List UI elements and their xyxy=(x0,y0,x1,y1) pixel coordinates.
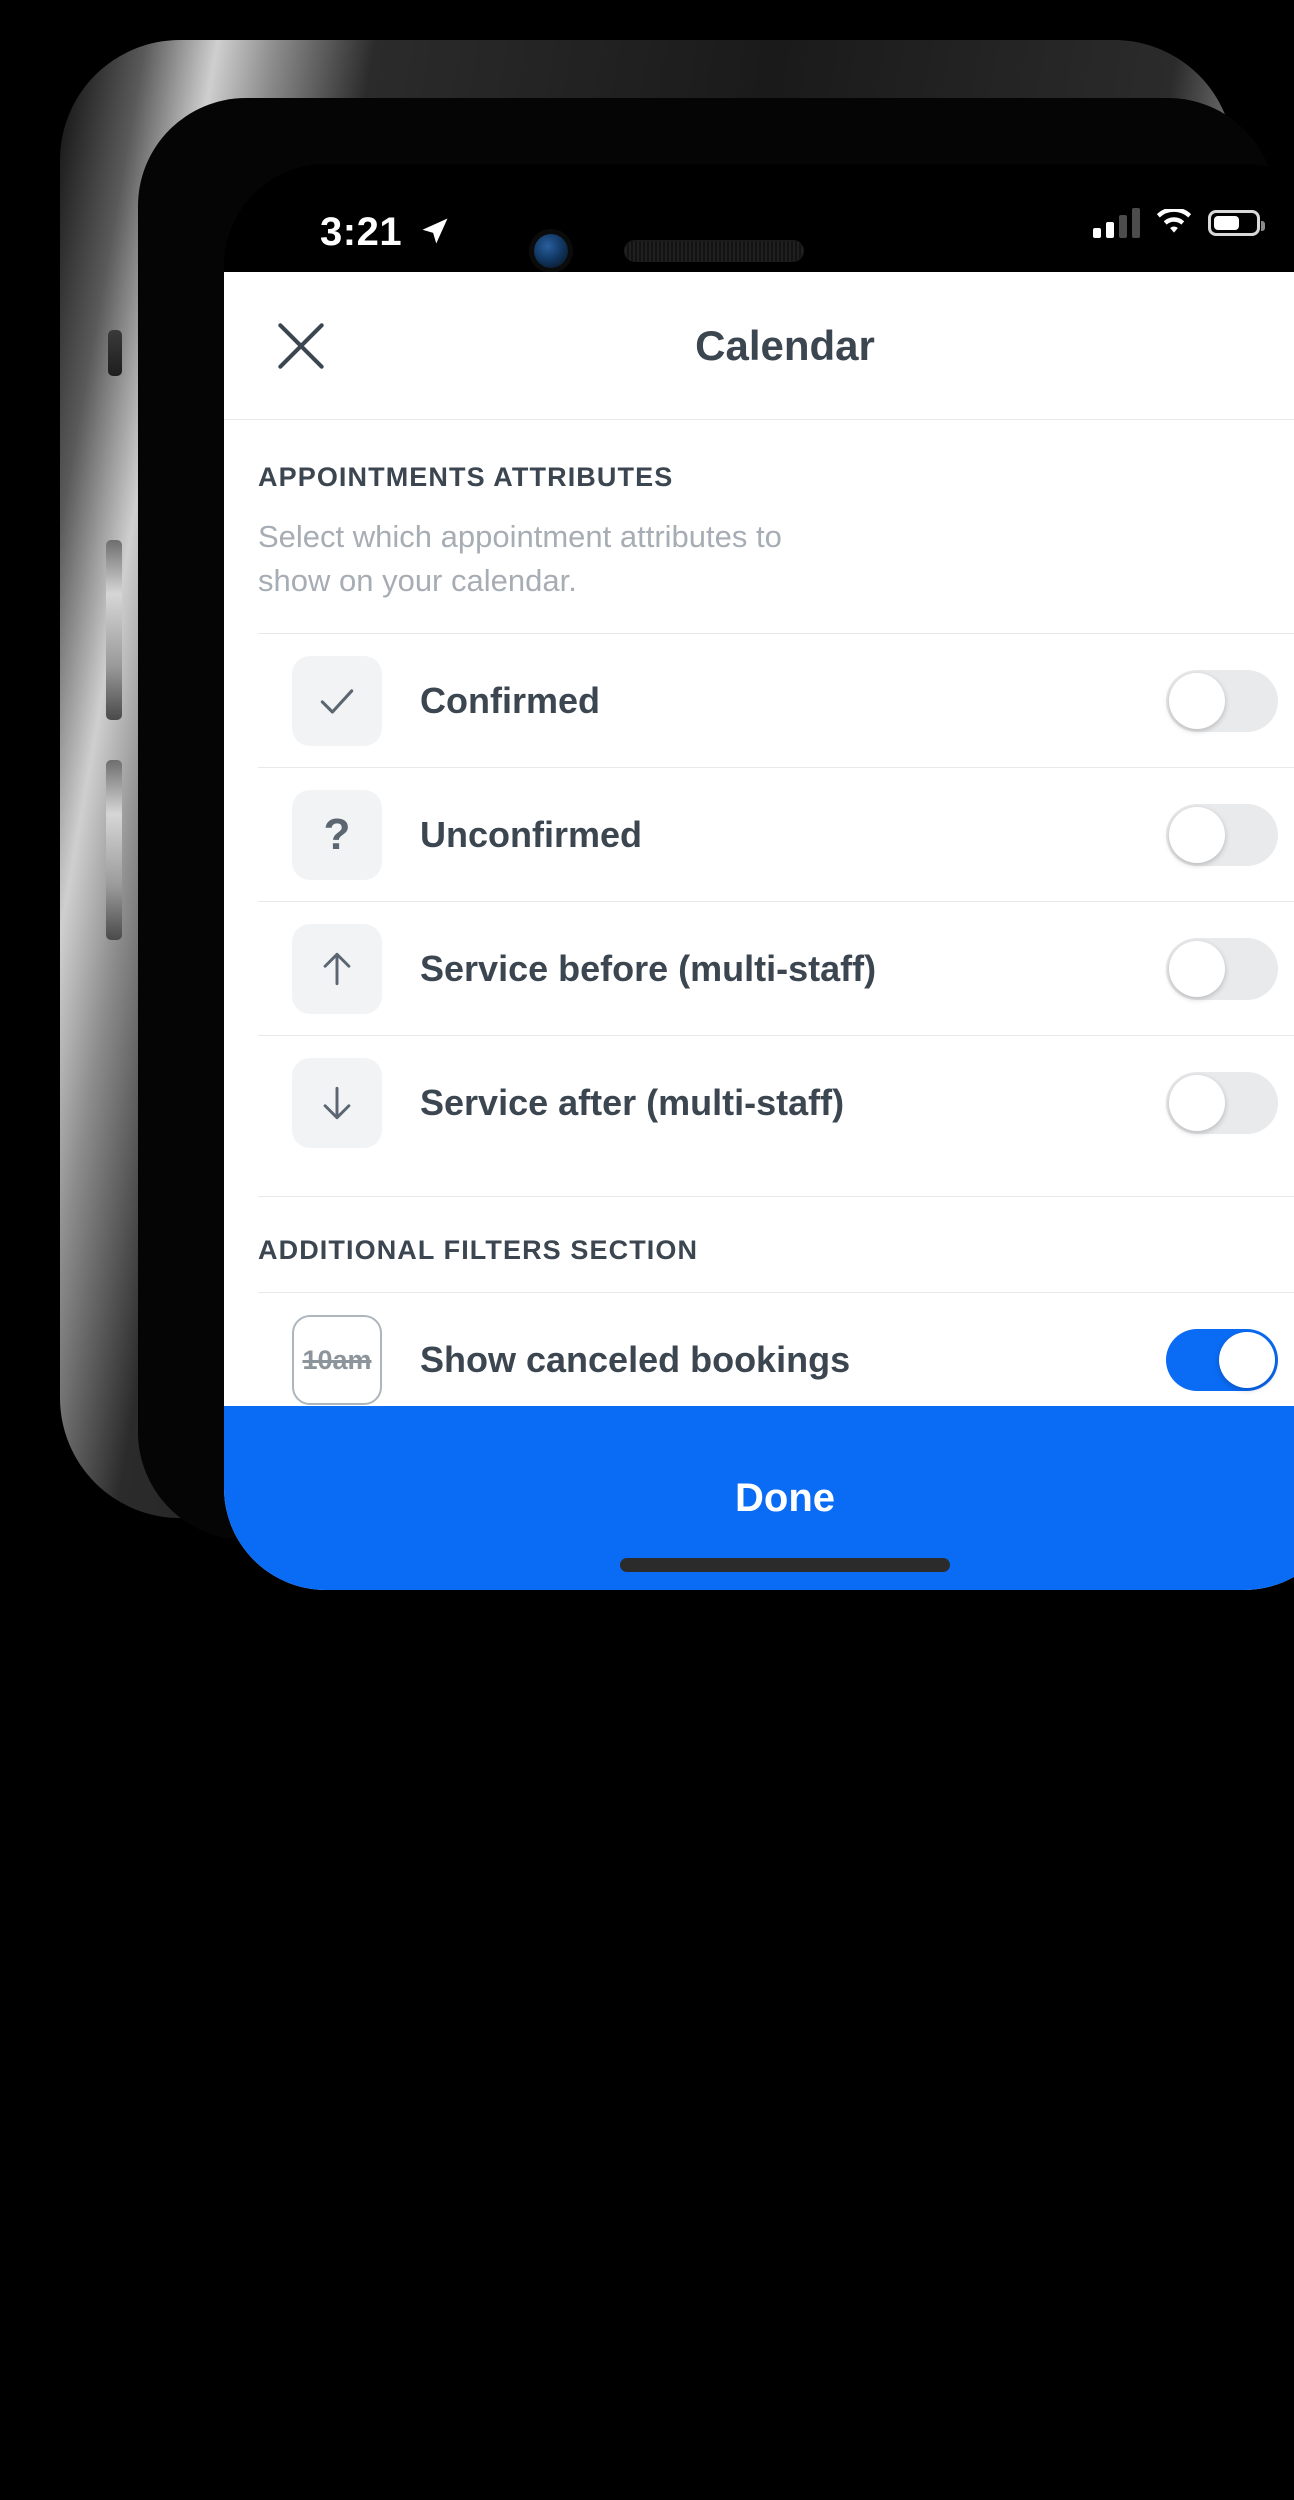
row-label: Unconfirmed xyxy=(420,813,643,855)
status-bar-indicators xyxy=(1093,208,1265,238)
section-header-additional-filters: ADDITIONAL FILTERS SECTION xyxy=(258,1235,699,1266)
arrow-up-icon xyxy=(292,923,382,1014)
toggle-confirmed[interactable] xyxy=(1166,669,1278,732)
phone-screen: 3:21 Calendar APPOINTMENTS ATTRIBUTES Se… xyxy=(224,164,1294,1590)
battery-icon xyxy=(1208,210,1265,236)
toggle-show-canceled-bookings[interactable] xyxy=(1166,1329,1278,1392)
location-arrow-icon xyxy=(422,218,448,244)
calendar-settings-modal: Calendar APPOINTMENTS ATTRIBUTES Select … xyxy=(224,272,1294,1590)
row-confirmed[interactable]: Confirmed xyxy=(258,634,1294,769)
wifi-icon xyxy=(1156,209,1192,233)
volume-up-button[interactable] xyxy=(106,540,122,720)
row-show-canceled-bookings[interactable]: 10am Show canceled bookings xyxy=(258,1293,1294,1406)
page-title: Calendar xyxy=(695,321,875,369)
arrow-down-icon xyxy=(292,1058,382,1149)
done-button[interactable]: Done xyxy=(224,1406,1294,1590)
row-label: Confirmed xyxy=(420,679,600,721)
phone-inner-frame: 3:21 Calendar APPOINTMENTS ATTRIBUTES Se… xyxy=(138,98,1294,1590)
row-label: Service before (multi-staff) xyxy=(420,947,877,989)
phone-bezel: 3:21 Calendar APPOINTMENTS ATTRIBUTES Se… xyxy=(224,164,1294,1590)
toggle-service-after[interactable] xyxy=(1166,1072,1278,1135)
row-unconfirmed[interactable]: ? Unconfirmed xyxy=(258,768,1294,903)
canceled-time-text: 10am xyxy=(302,1344,372,1375)
canceled-time-icon: 10am xyxy=(292,1315,382,1406)
notch xyxy=(570,164,1000,236)
section-description-appointments: Select which appointment attributes to s… xyxy=(258,519,782,599)
close-x-icon[interactable] xyxy=(270,315,332,377)
silent-switch[interactable] xyxy=(108,330,122,376)
question-mark-glyph: ? xyxy=(323,809,351,859)
modal-header: Calendar xyxy=(224,272,1294,420)
row-label: Show canceled bookings xyxy=(420,1339,851,1381)
question-mark-icon: ? xyxy=(292,789,382,880)
section-header-appointments: APPOINTMENTS ATTRIBUTES xyxy=(258,462,674,492)
screenshot-stage: 3:21 Calendar APPOINTMENTS ATTRIBUTES Se… xyxy=(0,0,1294,2500)
earpiece-speaker xyxy=(624,240,804,262)
home-indicator[interactable] xyxy=(620,1558,950,1572)
row-service-before[interactable]: Service before (multi-staff) xyxy=(258,902,1294,1037)
row-label: Service after (multi-staff) xyxy=(420,1082,845,1124)
toggle-unconfirmed[interactable] xyxy=(1166,803,1278,866)
toggle-service-before[interactable] xyxy=(1166,937,1278,1000)
front-camera-icon xyxy=(534,234,568,268)
status-bar: 3:21 xyxy=(224,164,1294,272)
settings-scroll-area: APPOINTMENTS ATTRIBUTES Select which app… xyxy=(224,420,1294,1406)
done-button-label: Done xyxy=(735,1475,835,1520)
volume-down-button[interactable] xyxy=(106,760,122,940)
cellular-signal-icon xyxy=(1093,208,1140,238)
status-bar-time: 3:21 xyxy=(320,210,403,254)
row-service-after[interactable]: Service after (multi-staff) xyxy=(258,1036,1294,1170)
check-icon xyxy=(292,655,382,746)
phone-frame: 3:21 Calendar APPOINTMENTS ATTRIBUTES Se… xyxy=(60,40,1294,1590)
